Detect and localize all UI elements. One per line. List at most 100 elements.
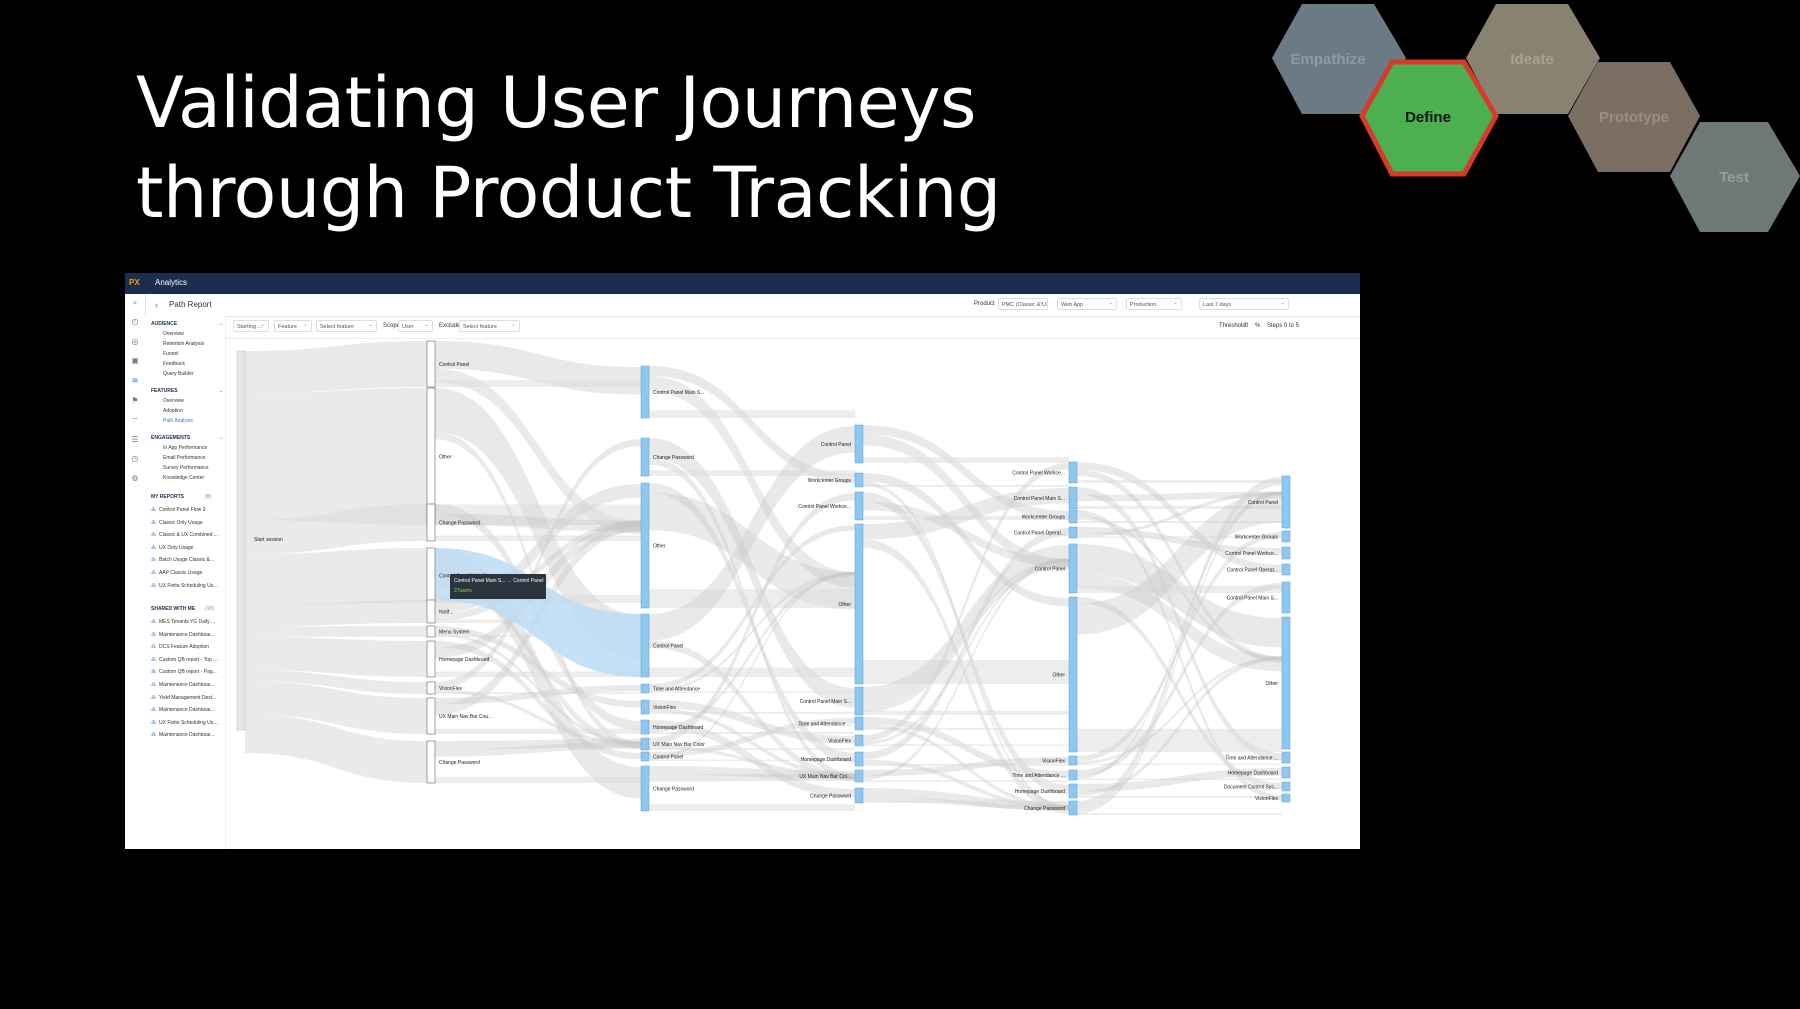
- sankey-flow[interactable]: [649, 711, 855, 714]
- sankey-node[interactable]: [1281, 475, 1291, 529]
- sankey-node[interactable]: [426, 625, 436, 638]
- nav-item[interactable]: Funnel: [163, 351, 178, 357]
- sankey-flow[interactable]: [435, 776, 641, 783]
- sankey-node[interactable]: [426, 599, 436, 624]
- sankey-node[interactable]: [854, 523, 864, 685]
- nav-item[interactable]: In App Performance: [163, 445, 207, 451]
- sankey-node[interactable]: [1068, 509, 1078, 524]
- app-select[interactable]: Web App: [1057, 298, 1117, 310]
- clock-icon[interactable]: ◷: [130, 454, 140, 464]
- sankey-node[interactable]: [640, 683, 650, 694]
- sankey-node[interactable]: [640, 699, 650, 715]
- sankey-node[interactable]: [1068, 769, 1078, 781]
- settings-icon[interactable]: ⚙: [130, 474, 140, 484]
- starting-select[interactable]: Starting ...: [233, 320, 269, 332]
- sankey-node[interactable]: [1281, 581, 1291, 614]
- nav-section-audience[interactable]: AUDIENCE ⌄: [151, 321, 223, 327]
- report-item[interactable]: ⁂ AAP Classic Usage: [151, 570, 223, 576]
- environment-select[interactable]: Production: [1126, 298, 1182, 310]
- steps-select[interactable]: Steps 0 to 5: [1267, 323, 1299, 329]
- sankey-node[interactable]: [1068, 783, 1078, 799]
- report-item[interactable]: ⁂ Batch Usage Classic &...: [151, 557, 223, 563]
- nav-section-features[interactable]: FEATURES ⌄: [151, 388, 223, 394]
- sankey-node[interactable]: [640, 765, 650, 812]
- sankey-flow[interactable]: [863, 558, 1069, 745]
- sankey-flow[interactable]: [1077, 479, 1282, 483]
- sankey-node[interactable]: [854, 491, 864, 521]
- nav-item[interactable]: Knowledge Center: [163, 475, 204, 481]
- sankey-flow[interactable]: [863, 457, 1069, 463]
- report-item[interactable]: ⁂ Classic Only Usage: [151, 520, 223, 526]
- sankey-flow[interactable]: [245, 341, 427, 394]
- report-item[interactable]: ⁂ Maintenance Dashboar...: [151, 732, 223, 738]
- report-item[interactable]: ⁂ Maintenance Dashboar...: [151, 682, 223, 688]
- sankey-node[interactable]: [426, 503, 436, 542]
- broadcast-icon[interactable]: ⌔: [130, 416, 140, 426]
- nav-section-engagements[interactable]: ENGAGEMENTS ⌄: [151, 435, 223, 441]
- sankey-flow[interactable]: [863, 800, 1069, 803]
- sankey-node[interactable]: [854, 734, 864, 747]
- sankey-node[interactable]: [426, 640, 436, 678]
- report-item[interactable]: ⁂ Yield Management Dest...: [151, 695, 223, 701]
- exclude-select[interactable]: Select feature: [459, 320, 520, 332]
- sankey-node[interactable]: [640, 737, 650, 751]
- sankey-node[interactable]: [640, 719, 650, 735]
- threshold-input[interactable]: 0: [1245, 323, 1248, 329]
- date-range-select[interactable]: Last 7 days: [1199, 298, 1289, 310]
- sankey-node[interactable]: [640, 751, 650, 762]
- nav-item[interactable]: Adoption: [163, 408, 183, 414]
- sankey-node[interactable]: [1068, 596, 1078, 753]
- sankey-node[interactable]: [1068, 755, 1078, 766]
- report-item[interactable]: ⁂ UX Finite Scheduling Us...: [151, 583, 223, 589]
- sankey-node[interactable]: [854, 751, 864, 767]
- sankey-node[interactable]: [1068, 486, 1078, 510]
- sankey-node[interactable]: [1068, 461, 1078, 484]
- report-item[interactable]: ⁂ UX Finite Scheduling Us...: [151, 720, 223, 726]
- start-node[interactable]: [236, 350, 246, 731]
- sankey-flow[interactable]: [649, 804, 855, 811]
- sankey-flow[interactable]: [435, 728, 641, 734]
- sankey-node[interactable]: [1068, 526, 1078, 539]
- sankey-node[interactable]: [854, 787, 864, 804]
- sankey-flow[interactable]: [245, 388, 427, 525]
- sankey-flow[interactable]: [863, 780, 1069, 782]
- sankey-flow[interactable]: [649, 470, 855, 476]
- sankey-node[interactable]: [1281, 563, 1291, 576]
- report-item[interactable]: ⁂ MES Tenants YG Daily ...: [151, 619, 223, 625]
- sankey-flow[interactable]: [863, 710, 1069, 715]
- sankey-node[interactable]: [640, 365, 650, 419]
- nav-item[interactable]: Retention Analysis: [163, 341, 204, 347]
- sankey-flow[interactable]: [863, 660, 1069, 684]
- sankey-node[interactable]: [1281, 751, 1291, 764]
- nav-section-shared[interactable]: SHARED WITH ME (10): [151, 606, 214, 612]
- sankey-node[interactable]: [1281, 530, 1291, 543]
- sankey-node[interactable]: [1068, 543, 1078, 594]
- report-item[interactable]: ⁂ Classic & UX Combined ...: [151, 532, 223, 538]
- sankey-node[interactable]: [426, 340, 436, 388]
- feature-select[interactable]: Select feature: [316, 320, 377, 332]
- sankey-node[interactable]: [640, 613, 650, 678]
- report-item[interactable]: ⁂ Maintenance Dashboar...: [151, 632, 223, 638]
- sankey-flow[interactable]: [245, 626, 427, 637]
- report-item[interactable]: ⁂ Custom QB report - Pag...: [151, 669, 223, 675]
- flag-icon[interactable]: ⚑: [130, 396, 140, 406]
- sankey-node[interactable]: [854, 716, 864, 731]
- nav-item[interactable]: Email Performance: [163, 455, 206, 461]
- sankey-node[interactable]: [640, 482, 650, 609]
- sankey-flow[interactable]: [435, 380, 641, 387]
- sankey-node[interactable]: [1281, 781, 1291, 792]
- report-item[interactable]: ⁂ Custom QB report - Top ...: [151, 657, 223, 663]
- sankey-node[interactable]: [1281, 766, 1291, 779]
- nav-item[interactable]: Overview: [163, 331, 184, 337]
- nav-item[interactable]: Overview: [163, 398, 184, 404]
- sankey-node[interactable]: [854, 686, 864, 716]
- report-item[interactable]: ⁂ Maintenance Dashboar...: [151, 707, 223, 713]
- report-item[interactable]: ⁂ UX Only Usage: [151, 545, 223, 551]
- scope-select[interactable]: User: [398, 320, 433, 332]
- nav-item-active[interactable]: Path Analysis: [163, 418, 193, 424]
- calendar-icon[interactable]: ▣: [130, 356, 140, 366]
- search-icon[interactable]: ⌕: [130, 298, 140, 308]
- report-item[interactable]: ⁂ Control Panel Flow 3: [151, 507, 223, 513]
- app-logo[interactable]: PX: [129, 278, 140, 287]
- sankey-node[interactable]: [640, 437, 650, 477]
